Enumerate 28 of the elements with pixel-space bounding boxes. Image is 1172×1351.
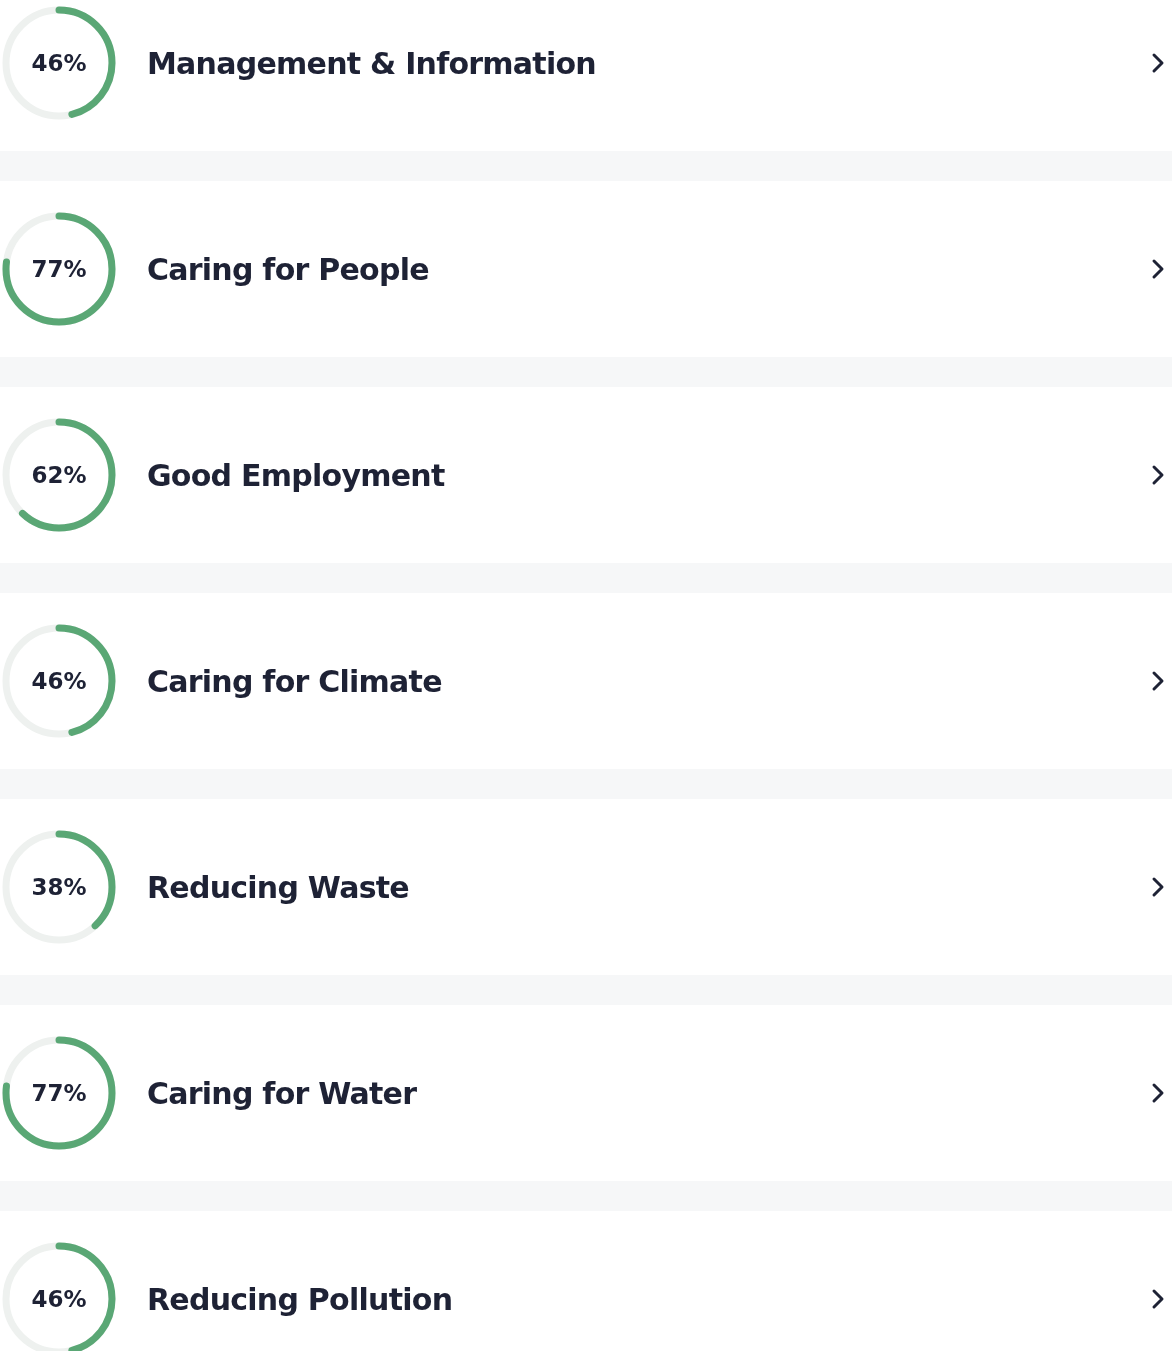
chevron-right-icon (1150, 463, 1166, 487)
category-title: Caring for Water (147, 1074, 417, 1113)
category-row[interactable]: 46% Reducing Pollution (0, 1211, 1172, 1351)
percent-label: 46% (31, 48, 87, 78)
category-row[interactable]: 46% Management & Information (0, 0, 1172, 151)
chevron-right-icon (1150, 51, 1166, 75)
percent-label: 77% (31, 254, 87, 284)
category-row[interactable]: 38% Reducing Waste (0, 799, 1172, 975)
category-title: Reducing Waste (147, 868, 409, 907)
chevron-right-icon (1150, 875, 1166, 899)
percent-label: 46% (31, 666, 87, 696)
category-title: Caring for Climate (147, 662, 442, 701)
percent-label: 38% (31, 872, 87, 902)
category-row[interactable]: 77% Caring for People (0, 181, 1172, 357)
category-row[interactable]: 46% Caring for Climate (0, 593, 1172, 769)
category-title: Management & Information (147, 44, 596, 83)
category-row[interactable]: 62% Good Employment (0, 387, 1172, 563)
percent-label: 77% (31, 1078, 87, 1108)
percent-label: 62% (31, 460, 87, 490)
chevron-right-icon (1150, 1287, 1166, 1311)
category-title: Good Employment (147, 456, 445, 495)
category-title: Reducing Pollution (147, 1280, 453, 1319)
percent-label: 46% (31, 1284, 87, 1314)
category-title: Caring for People (147, 250, 429, 289)
chevron-right-icon (1150, 1081, 1166, 1105)
chevron-right-icon (1150, 257, 1166, 281)
category-row[interactable]: 77% Caring for Water (0, 1005, 1172, 1181)
chevron-right-icon (1150, 669, 1166, 693)
